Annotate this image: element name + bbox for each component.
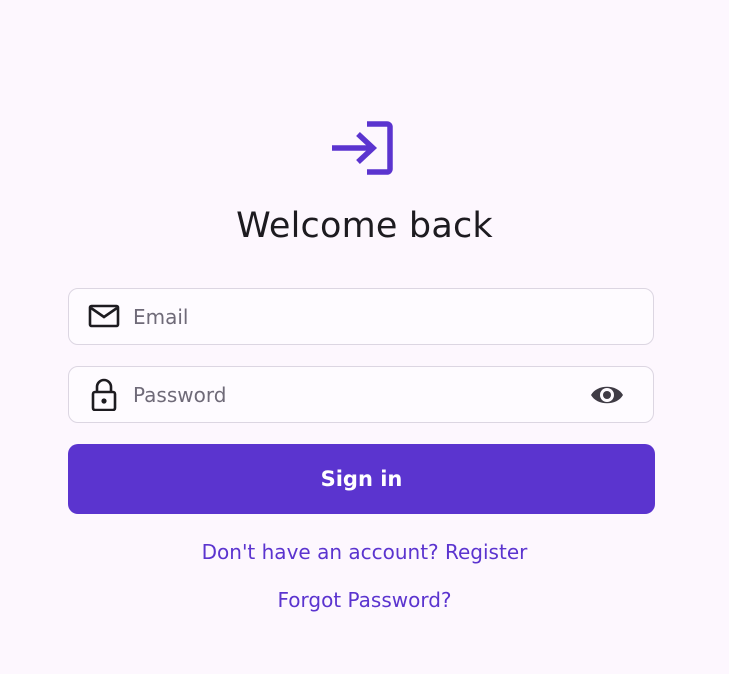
page-title: Welcome back (236, 206, 493, 246)
register-link-row: Don't have an account? Register (0, 540, 729, 564)
login-icon (332, 121, 393, 175)
forgot-password-row: Forgot Password? (0, 588, 729, 612)
sign-in-button[interactable]: Sign in (68, 444, 655, 514)
eye-icon[interactable] (589, 380, 625, 410)
password-input[interactable] (133, 367, 573, 422)
forgot-password-link[interactable]: Forgot Password? (277, 588, 451, 612)
mail-icon (88, 304, 120, 328)
register-link[interactable]: Don't have an account? Register (202, 540, 528, 564)
email-input[interactable] (133, 289, 573, 344)
password-field[interactable] (68, 366, 654, 423)
lock-icon (91, 378, 117, 411)
email-field[interactable] (68, 288, 654, 345)
